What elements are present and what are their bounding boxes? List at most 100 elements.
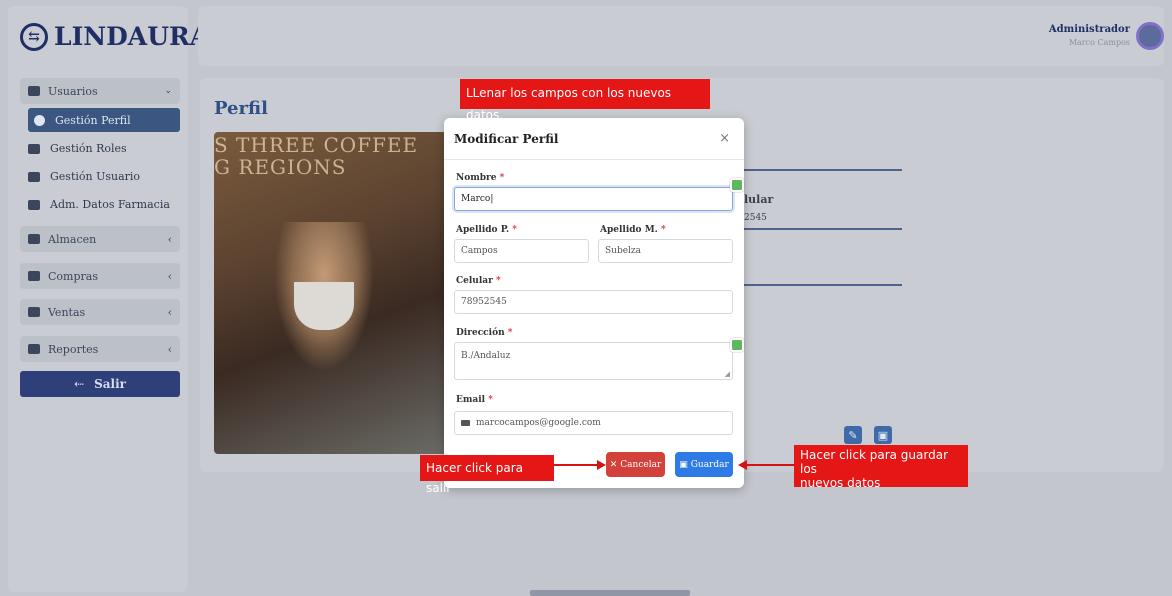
nombre-label: Nombre * <box>456 173 504 183</box>
direccion-value: B./Andaluz <box>461 351 511 361</box>
divider <box>744 169 902 171</box>
nombre-value: Marco <box>461 194 491 204</box>
close-icon[interactable]: × <box>719 131 730 146</box>
apellido-paterno-input[interactable]: Campos <box>454 239 589 263</box>
annotation-exit: Hacer click para salir <box>420 455 554 495</box>
autofill-icon[interactable] <box>730 338 744 352</box>
sidebar-item-label: Gestión Perfil <box>55 113 131 127</box>
divider <box>744 284 902 286</box>
chevron-down-icon: ⌄ <box>164 86 172 96</box>
apellido-materno-input[interactable]: Subelza <box>598 239 733 263</box>
arrow-head-icon <box>738 460 747 470</box>
app-logo[interactable]: ⇆ LINDAURA <box>20 22 209 51</box>
celular-value: 78952545 <box>461 297 507 307</box>
user-name: Administrador <box>1048 24 1130 35</box>
x-icon: ✕ <box>609 459 618 470</box>
sidebar-group-label: Ventas <box>48 305 86 319</box>
lock-icon: ▣ <box>877 428 889 442</box>
sidebar-item-gestion-usuario[interactable]: Gestión Usuario <box>28 170 140 183</box>
required-mark: * <box>512 225 517 235</box>
annotation-save: Hacer click para guardar los nuevos dato… <box>794 445 968 490</box>
chevron-left-icon: ‹ <box>167 305 172 319</box>
required-mark: * <box>488 395 493 405</box>
save-button[interactable]: ▣ Guardar <box>675 452 733 477</box>
cancel-label: Cancelar <box>620 459 662 470</box>
edit-icon: ✎ <box>848 428 858 442</box>
lock-button[interactable]: ▣ <box>874 426 892 444</box>
label-text: Email <box>456 395 486 405</box>
direccion-textarea[interactable]: B./Andaluz ◢ <box>454 342 733 380</box>
envelope-icon <box>461 420 470 426</box>
chevron-left-icon: ‹ <box>167 269 172 283</box>
divider <box>744 228 902 230</box>
sidebar-group-usuarios[interactable]: Usuarios ⌄ <box>20 78 180 104</box>
roles-icon <box>28 143 40 154</box>
sidebar-group-reportes[interactable]: Reportes ‹ <box>20 336 180 362</box>
pharmacy-icon <box>28 199 40 210</box>
apellido-m-label: Apellido M. * <box>600 225 666 235</box>
apellido-p-label: Apellido P. * <box>456 225 517 235</box>
sidebar-group-label: Reportes <box>48 342 99 356</box>
celular-input[interactable]: 78952545 <box>454 290 733 314</box>
annotation-save-line2: nuevos datos <box>800 476 881 490</box>
modificar-perfil-modal: Modificar Perfil × Nombre * Marco | Apell… <box>444 118 744 488</box>
user-circle-icon <box>34 114 45 126</box>
label-text: Apellido P. <box>456 225 510 235</box>
app-logo-text: LINDAURA <box>54 22 210 51</box>
user-subtitle: Marco Campos <box>1068 38 1130 47</box>
save-label: Guardar <box>690 459 729 470</box>
arrow-to-cancel <box>554 464 598 466</box>
page-title: Perfil <box>214 98 268 119</box>
sidebar-group-label: Compras <box>48 269 98 283</box>
label-text: Apellido M. <box>600 225 658 235</box>
label-text: Celular <box>456 276 493 286</box>
nombre-input[interactable]: Marco | <box>454 187 733 211</box>
apellido-m-value: Subelza <box>605 246 642 256</box>
topbar <box>198 6 1164 66</box>
email-label: Email * <box>456 395 493 405</box>
sidebar-group-ventas[interactable]: Ventas ‹ <box>20 299 180 325</box>
profile-photo: S THREE COFFEE G REGIONS <box>214 132 449 454</box>
resize-handle-icon[interactable]: ◢ <box>725 370 730 378</box>
required-mark: * <box>660 225 666 235</box>
building-icon <box>28 171 40 182</box>
direccion-label: Dirección * <box>456 328 512 338</box>
chevron-left-icon: ‹ <box>167 342 172 356</box>
required-mark: * <box>495 276 501 286</box>
required-mark: * <box>507 328 513 338</box>
sidebar-item-gestion-roles[interactable]: Gestión Roles <box>28 142 127 155</box>
scale-icon <box>28 307 40 317</box>
photo-cup <box>294 282 354 330</box>
users-icon <box>28 86 40 96</box>
autofill-icon[interactable] <box>730 178 744 192</box>
logout-label: Salir <box>94 377 126 391</box>
cart-icon <box>28 271 40 281</box>
annotation-fill-fields: LLenar los campos con los nuevos datos. <box>460 79 710 122</box>
arrow-head-icon <box>597 460 606 470</box>
sidebar-item-label: Gestión Usuario <box>50 170 141 183</box>
floppy-disk-icon: ▣ <box>679 459 688 470</box>
cancel-button[interactable]: ✕ Cancelar <box>606 452 665 477</box>
label-text: Nombre <box>456 173 497 183</box>
avatar[interactable] <box>1136 22 1164 50</box>
sidebar-group-almacen[interactable]: Almacen ‹ <box>20 226 180 252</box>
sidebar-group-label: Usuarios <box>48 84 98 98</box>
sidebar-item-label: Adm. Datos Farmacia <box>50 198 170 211</box>
sidebar-item-adm-datos-farmacia[interactable]: Adm. Datos Farmacia <box>28 198 170 211</box>
email-input[interactable]: marcocampos@google.com <box>454 411 733 435</box>
celular-label: Celular * <box>456 276 501 286</box>
logout-button[interactable]: ⇠ Salir <box>20 371 180 397</box>
annotation-save-line1: Hacer click para guardar los <box>800 448 949 476</box>
label-text: Dirección <box>456 328 505 338</box>
arrow-to-save <box>747 464 795 466</box>
sidebar-group-label: Almacen <box>48 232 97 246</box>
photo-sign-text: S THREE COFFEE G REGIONS <box>214 133 419 179</box>
warehouse-icon <box>28 234 40 244</box>
modal-title: Modificar Perfil <box>454 131 559 146</box>
horizontal-scrollbar[interactable] <box>530 590 690 596</box>
sidebar-group-compras[interactable]: Compras ‹ <box>20 263 180 289</box>
required-mark: * <box>499 173 505 183</box>
sidebar-item-label: Gestión Roles <box>50 142 127 155</box>
sidebar-item-gestion-perfil[interactable]: Gestión Perfil <box>28 108 180 132</box>
edit-button[interactable]: ✎ <box>844 426 862 444</box>
